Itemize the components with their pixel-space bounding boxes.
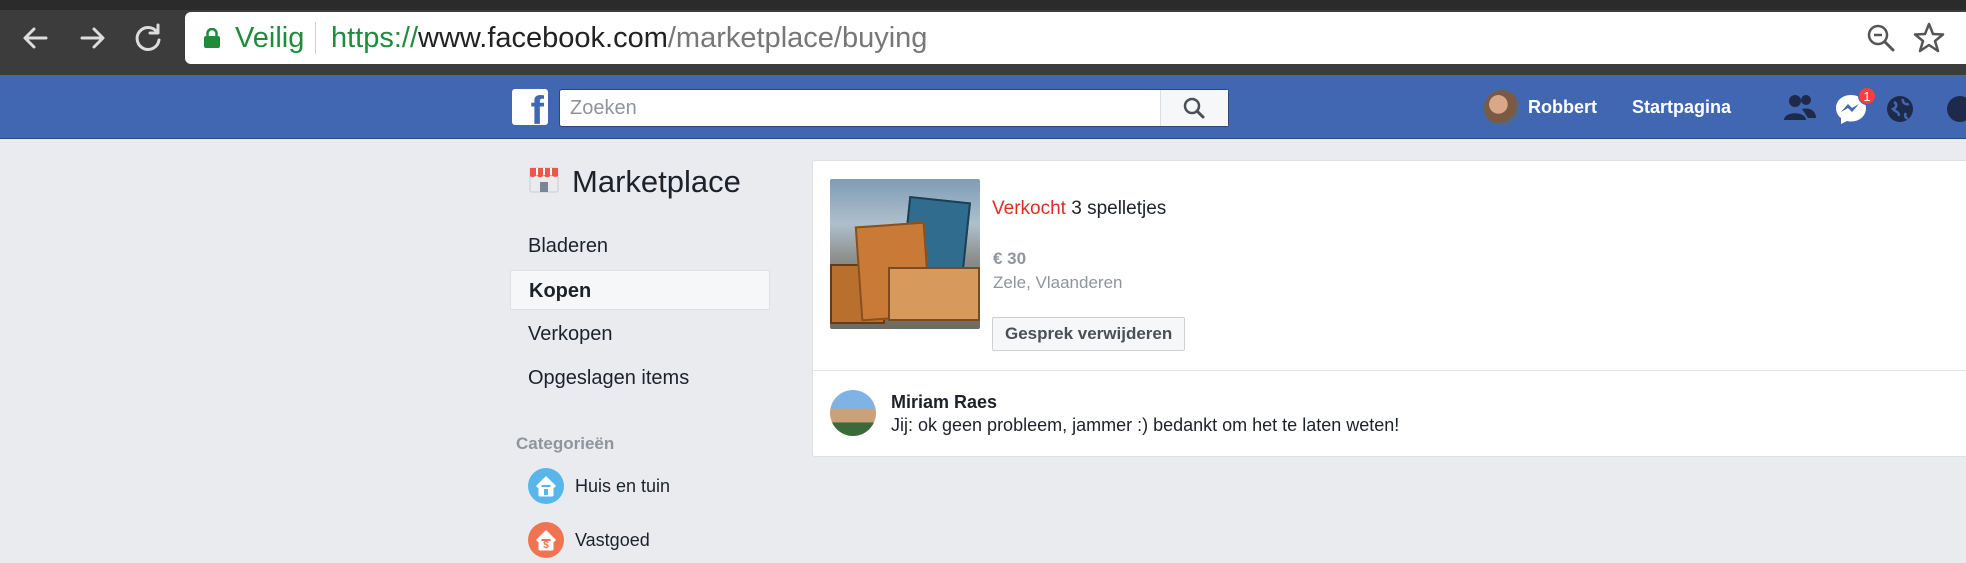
friend-requests-icon[interactable] <box>1782 92 1818 124</box>
zoom-icon[interactable] <box>1865 22 1897 54</box>
search-button[interactable] <box>1160 90 1228 126</box>
sidebar-item-buying[interactable]: Kopen <box>510 270 770 310</box>
address-divider <box>315 22 316 54</box>
reload-icon[interactable] <box>128 18 168 58</box>
search-icon <box>1183 97 1205 119</box>
url-text[interactable]: https://www.facebook.com/marketplace/buy… <box>331 20 927 56</box>
buying-conversation-card: Verkocht 3 spelletjes € 30 Zele, Vlaande… <box>812 160 1966 457</box>
lock-icon <box>203 27 221 48</box>
facebook-header: f Robbert Startpagina 1 <box>0 75 1966 139</box>
notifications-globe-icon[interactable] <box>1884 93 1916 125</box>
search-box <box>559 89 1229 127</box>
browser-toolbar: Veilig https://www.facebook.com/marketpl… <box>0 0 1966 75</box>
category-label: Vastgoed <box>575 530 650 550</box>
categories-heading: Categorieën <box>516 434 615 453</box>
listing-heading[interactable]: Verkocht 3 spelletjes <box>992 198 1166 220</box>
url-domain: www.facebook.com <box>418 22 668 54</box>
sidebar-title: Marketplace <box>572 164 741 199</box>
svg-text:$: $ <box>543 540 549 551</box>
facebook-logo-icon[interactable]: f <box>512 89 548 125</box>
sidebar-item-saved[interactable]: Opgeslagen items <box>510 358 770 398</box>
category-label: Huis en tuin <box>575 476 671 496</box>
contact-name[interactable]: Miriam Raes <box>891 392 997 413</box>
real-estate-icon: $ <box>528 522 564 558</box>
marketplace-icon <box>528 164 560 194</box>
user-avatar[interactable] <box>1484 90 1520 126</box>
listing-thumbnail[interactable] <box>830 179 980 329</box>
star-icon[interactable] <box>1911 20 1947 56</box>
help-icon[interactable] <box>1944 93 1966 125</box>
thumbnail-detail <box>888 267 980 321</box>
listing-price: € 30 <box>993 249 1027 268</box>
sold-status: Verkocht <box>992 198 1066 219</box>
url-path: /marketplace/buying <box>667 22 928 54</box>
house-icon <box>528 468 564 504</box>
user-name-link[interactable]: Robbert <box>1528 97 1597 118</box>
delete-conversation-button[interactable]: Gesprek verwijderen <box>992 317 1186 351</box>
contact-avatar[interactable] <box>830 390 876 436</box>
address-bar[interactable]: Veilig https://www.facebook.com/marketpl… <box>185 12 1966 64</box>
card-divider <box>813 370 1966 371</box>
messages-badge: 1 <box>1858 87 1876 105</box>
tab-strip <box>0 0 1966 10</box>
sidebar-item-selling[interactable]: Verkopen <box>510 314 770 354</box>
url-scheme: https:// <box>331 22 419 54</box>
listing-title: 3 spelletjes <box>1071 198 1167 219</box>
search-input[interactable] <box>570 94 1150 122</box>
back-icon[interactable] <box>16 18 56 58</box>
last-message[interactable]: Jij: ok geen probleem, jammer :) bedankt… <box>891 415 1399 436</box>
listing-location: Zele, Vlaanderen <box>993 273 1123 292</box>
home-link[interactable]: Startpagina <box>1632 97 1731 118</box>
forward-icon[interactable] <box>72 18 112 58</box>
sidebar-item-browse[interactable]: Bladeren <box>510 226 770 266</box>
security-label: Veilig <box>235 22 305 54</box>
